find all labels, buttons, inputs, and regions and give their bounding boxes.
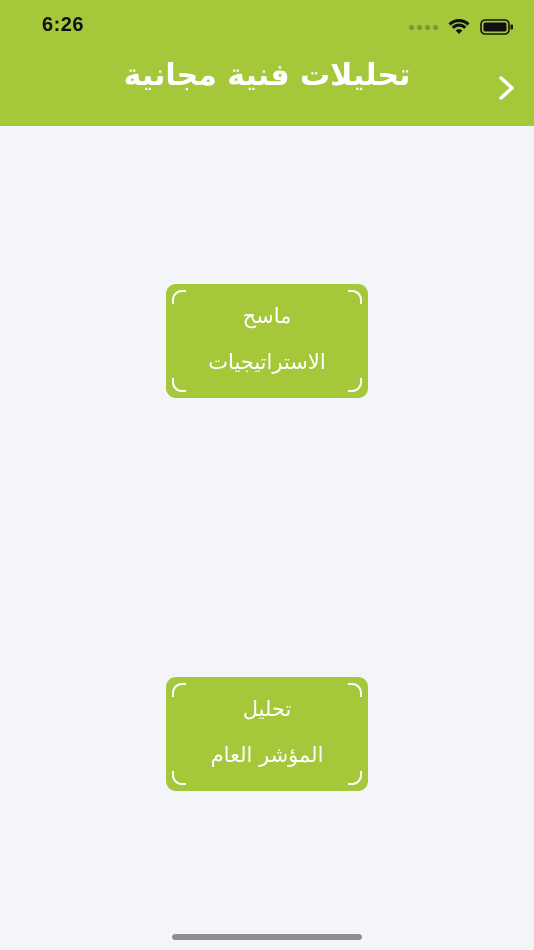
chevron-right-icon (499, 76, 514, 100)
home-indicator[interactable] (172, 934, 362, 940)
wifi-icon (448, 19, 470, 34)
navigation-header: 6:26 تحليلات فنية مجانية (0, 0, 534, 126)
general-index-label-line2: المؤشر العام (210, 743, 324, 767)
cellular-signal-icon (409, 24, 438, 30)
status-indicators (409, 16, 514, 38)
status-time: 6:26 (42, 14, 85, 36)
back-button[interactable] (490, 70, 524, 106)
general-index-label-line1: تحليل (242, 697, 292, 721)
strategy-scanner-label-line2: الاستراتيجيات (208, 350, 326, 374)
battery-icon (480, 19, 513, 35)
page-title: تحليلات فنية مجانية (123, 58, 411, 93)
general-index-analysis-button[interactable]: تحليل المؤشر العام (166, 677, 368, 791)
strategy-scanner-label-line1: ماسح (242, 304, 292, 328)
strategy-scanner-button[interactable]: ماسح الاستراتيجيات (166, 284, 368, 398)
